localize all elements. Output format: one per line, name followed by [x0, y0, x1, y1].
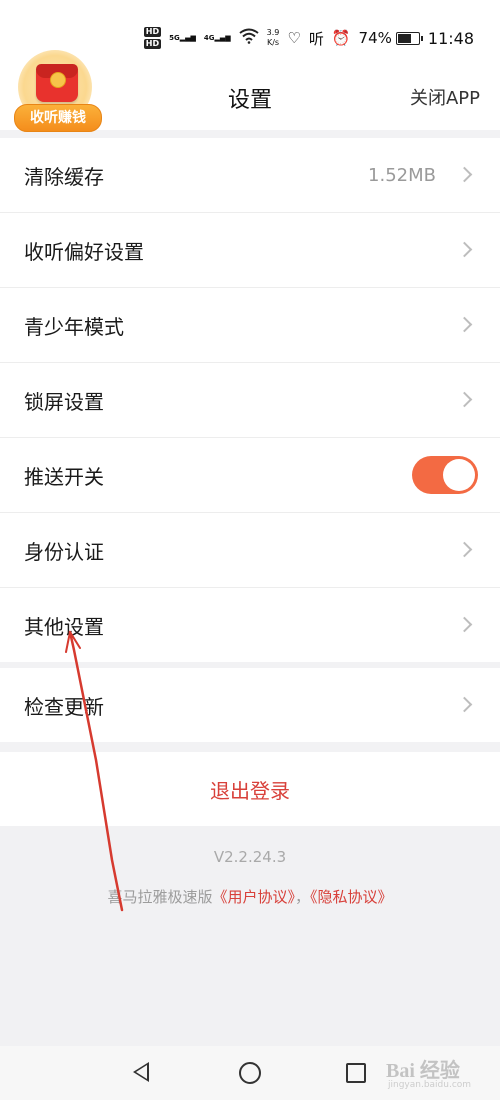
home-icon[interactable] [239, 1062, 261, 1084]
setting-label: 锁屏设置 [24, 389, 104, 414]
setting-row-push: 推送开关 [0, 438, 500, 513]
separator: ， [295, 888, 311, 906]
logout-section: 退出登录 [0, 752, 500, 826]
app-name: 喜马拉雅极速版 [107, 888, 213, 906]
signal-4g-icon: 4G▂▄▆ [203, 34, 231, 42]
setting-label: 推送开关 [24, 464, 104, 489]
chevron-right-icon [456, 696, 473, 713]
setting-row-teen-mode[interactable]: 青少年模式 [0, 288, 500, 363]
privacy-agreement-link[interactable]: 《隐私协议》 [310, 888, 393, 906]
promo-label: 收听赚钱 [14, 104, 102, 132]
setting-row-clear-cache[interactable]: 清除缓存 1.52MB [0, 138, 500, 213]
battery-percent: 74% [358, 29, 392, 47]
footer: V2.2.24.3 喜马拉雅极速版《用户协议》，《隐私协议》 [0, 826, 500, 1046]
chevron-right-icon [456, 166, 473, 183]
setting-label: 检查更新 [24, 694, 104, 719]
network-speed: 3.9 K/s [266, 28, 280, 47]
update-list: 检查更新 [0, 668, 500, 742]
user-agreement-link[interactable]: 《用户协议》 [212, 888, 295, 906]
chevron-right-icon [456, 391, 473, 408]
wifi-icon [239, 28, 259, 48]
listen-app-icon: 听 [308, 29, 324, 48]
listen-earn-promo[interactable]: 收听赚钱 [14, 48, 102, 134]
chevron-right-icon [456, 541, 473, 558]
hd-indicator: HD HD [143, 27, 162, 49]
setting-row-check-update[interactable]: 检查更新 [0, 668, 500, 742]
heart-icon: ♡ [287, 29, 301, 47]
clock: 11:48 [427, 28, 474, 48]
signal-5g-icon: 5G▂▄▆ [169, 34, 196, 42]
setting-label: 身份认证 [24, 539, 104, 564]
agreements-line: 喜马拉雅极速版《用户协议》，《隐私协议》 [0, 886, 500, 907]
watermark-sub: jingyan.baidu.com [388, 1080, 472, 1090]
battery: 74% [358, 29, 423, 47]
setting-label: 收听偏好设置 [24, 239, 144, 264]
red-envelope-icon [36, 64, 78, 102]
setting-label: 其他设置 [24, 614, 104, 639]
watermark-text: Bai 经验 [386, 1060, 460, 1082]
app-version: V2.2.24.3 [213, 848, 287, 866]
close-app-button[interactable]: 关闭APP [410, 84, 480, 110]
push-toggle[interactable] [412, 456, 478, 494]
setting-label: 青少年模式 [24, 314, 124, 339]
setting-row-listen-preferences[interactable]: 收听偏好设置 [0, 213, 500, 288]
chevron-right-icon [456, 241, 473, 258]
baidu-jingyan-watermark: Bai 经验 jingyan.baidu.com [386, 1048, 478, 1096]
cache-size: 1.52MB [368, 164, 436, 186]
coin-icon [50, 72, 66, 88]
alarm-icon: ⏰ [331, 29, 351, 47]
recent-apps-icon[interactable] [346, 1063, 366, 1083]
system-nav-bar: Bai 经验 jingyan.baidu.com [0, 1046, 500, 1100]
back-icon[interactable] [133, 1062, 149, 1082]
chevron-right-icon [456, 616, 473, 633]
setting-label: 清除缓存 [24, 164, 104, 189]
setting-row-other[interactable]: 其他设置 [0, 588, 500, 662]
setting-row-identity[interactable]: 身份认证 [0, 513, 500, 588]
toggle-knob [443, 459, 475, 491]
settings-list: 清除缓存 1.52MB 收听偏好设置 青少年模式 锁屏设置 推送开关 身份认证 … [0, 138, 500, 662]
logout-button[interactable]: 退出登录 [210, 775, 290, 804]
setting-row-lock-screen[interactable]: 锁屏设置 [0, 363, 500, 438]
chevron-right-icon [456, 316, 473, 333]
battery-icon [395, 31, 423, 45]
status-icons: HD HD 5G▂▄▆ 4G▂▄▆ 3.9 K/s ♡ 听 ⏰ 74% 11:4… [143, 20, 474, 56]
